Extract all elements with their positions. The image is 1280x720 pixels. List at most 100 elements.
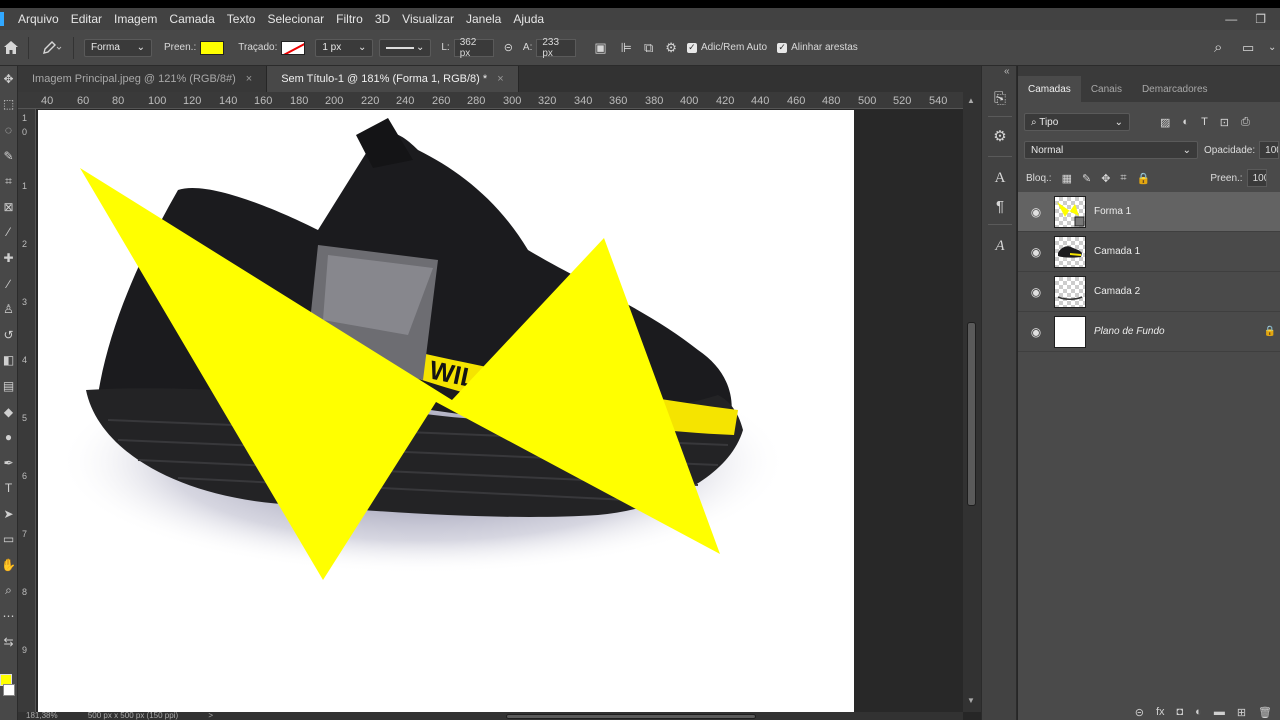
gear-icon[interactable]: ⚙ [665, 40, 677, 56]
layer-row-forma-1[interactable]: ◉ Forma 1 [1018, 192, 1280, 232]
trash-icon[interactable]: 🗑 [1258, 706, 1272, 719]
document-canvas[interactable]: WILLS [38, 110, 854, 712]
stroke-width-select[interactable]: 1 px ⌄ [315, 38, 374, 57]
minimize-button[interactable]: — [1225, 12, 1237, 26]
layer-filter-select[interactable]: ⌕ Tipo ⌄ [1024, 113, 1130, 131]
eyedropper-tool-icon[interactable]: ⁄ [0, 220, 18, 246]
stroke-color-swatch[interactable] [281, 40, 306, 55]
type-filter-icon[interactable]: T [1201, 116, 1208, 128]
menu-selecionar[interactable]: Selecionar [261, 12, 330, 26]
eye-icon[interactable]: ◉ [1018, 325, 1054, 339]
height-input[interactable]: 233 px [536, 37, 577, 59]
pen-icon[interactable] [37, 40, 67, 55]
character-panel-icon[interactable]: A [990, 168, 1010, 188]
clone-stamp-tool-icon[interactable]: ♙ [0, 296, 18, 322]
scroll-thumb[interactable] [506, 714, 756, 719]
fill-input[interactable]: 100 [1246, 169, 1267, 187]
zoom-level[interactable]: 181,38% [26, 712, 58, 720]
tab-demarcadores[interactable]: Demarcadores [1132, 76, 1218, 102]
zoom-tool-icon[interactable]: ⌕ [0, 578, 18, 604]
close-icon[interactable]: × [246, 73, 252, 85]
layer-row-camada-1[interactable]: ◉ Camada 1 [1018, 232, 1280, 272]
pixel-filter-icon[interactable]: ▨ [1160, 116, 1170, 129]
menu-camada[interactable]: Camada [163, 12, 220, 26]
adjustment-filter-icon[interactable]: ◐ [1182, 116, 1189, 128]
eye-icon[interactable]: ◉ [1018, 285, 1054, 299]
more-tools-icon[interactable]: ⋯ [0, 603, 18, 629]
healing-brush-tool-icon[interactable]: ✚ [0, 245, 18, 271]
lock-icon[interactable]: 🔒 [1264, 326, 1276, 337]
adjustment-layer-icon[interactable]: ◐ [1195, 706, 1202, 718]
collapse-panels-icon[interactable]: « [1004, 66, 1010, 77]
quick-selection-tool-icon[interactable]: ✎ [0, 143, 18, 169]
scroll-thumb[interactable] [967, 322, 976, 506]
path-selection-tool-icon[interactable]: ➤ [0, 501, 18, 527]
smart-object-filter-icon[interactable]: ⎙ [1241, 116, 1250, 129]
tab-canais[interactable]: Canais [1081, 76, 1132, 102]
eye-icon[interactable]: ◉ [1018, 245, 1054, 259]
restore-button[interactable]: ❐ [1255, 12, 1266, 26]
path-operations-icon[interactable]: ▣ [594, 40, 606, 56]
width-input[interactable]: 362 px [453, 37, 494, 59]
pen-tool-icon[interactable]: ✒ [0, 450, 18, 476]
eye-icon[interactable]: ◉ [1018, 205, 1054, 219]
menu-janela[interactable]: Janela [460, 12, 507, 26]
hand-tool-icon[interactable]: ✋ [0, 552, 18, 578]
crop-tool-icon[interactable]: ⌗ [0, 168, 18, 194]
horizontal-scrollbar[interactable] [480, 712, 963, 720]
search-icon[interactable]: ⌕ [1214, 39, 1222, 56]
marquee-tool-icon[interactable]: ⬚ [0, 92, 18, 118]
brush-tool-icon[interactable]: ∕ [0, 271, 18, 297]
menu-texto[interactable]: Texto [221, 12, 262, 26]
type-tool-icon[interactable]: T [0, 476, 18, 502]
eraser-tool-icon[interactable]: ◧ [0, 348, 18, 374]
lock-all-icon[interactable]: 🔒 [1137, 172, 1151, 185]
home-icon[interactable] [2, 41, 20, 54]
dodge-tool-icon[interactable]: ● [0, 424, 18, 450]
canvas-workspace[interactable]: WILLS [36, 109, 963, 712]
gradient-tool-icon[interactable]: ▤ [0, 373, 18, 399]
workspace-icon[interactable]: ▭ [1242, 40, 1254, 56]
menu-imagem[interactable]: Imagem [108, 12, 163, 26]
link-layers-icon[interactable]: ⊝ [1135, 706, 1144, 719]
frame-tool-icon[interactable]: ⊠ [0, 194, 18, 220]
status-arrow-icon[interactable]: > [208, 712, 213, 720]
chevron-down-icon[interactable]: ⌄ [1268, 42, 1276, 53]
swap-colors-icon[interactable]: ⇆ [0, 629, 18, 655]
menu-3d[interactable]: 3D [369, 12, 396, 26]
new-group-icon[interactable]: ▬ [1214, 706, 1225, 718]
history-brush-tool-icon[interactable]: ↺ [0, 322, 18, 348]
path-arrangement-icon[interactable]: ⧉ [644, 40, 653, 56]
background-color-swatch[interactable] [3, 684, 15, 696]
blend-mode-select[interactable]: Normal ⌄ [1024, 141, 1198, 159]
tab-camadas[interactable]: Camadas [1018, 76, 1081, 102]
vertical-ruler[interactable]: 1 0 1 2 3 4 5 6 7 8 9 [18, 109, 36, 712]
tab-imagem-principal[interactable]: Imagem Principal.jpeg @ 121% (RGB/8#) × [18, 66, 268, 92]
path-alignment-icon[interactable]: ⊫ [621, 40, 632, 56]
fx-icon[interactable]: fx [1156, 706, 1165, 718]
layer-row-plano-de-fundo[interactable]: ◉ Plano de Fundo 🔒 [1018, 312, 1280, 352]
scroll-down-icon[interactable]: ▼ [967, 696, 975, 705]
lock-artboard-icon[interactable]: ⌗ [1120, 172, 1126, 185]
auto-add-remove-checkbox[interactable]: ✓ [686, 42, 697, 53]
menu-ajuda[interactable]: Ajuda [507, 12, 550, 26]
menu-visualizar[interactable]: Visualizar [396, 12, 460, 26]
menu-editar[interactable]: Editar [65, 12, 108, 26]
lasso-tool-icon[interactable]: ◌ [0, 117, 18, 143]
layer-row-camada-2[interactable]: ◉ Camada 2 [1018, 272, 1280, 312]
glyphs-panel-icon[interactable]: A [990, 236, 1010, 256]
opacity-input[interactable]: 100 [1259, 141, 1280, 159]
paragraph-panel-icon[interactable]: ¶ [990, 196, 1010, 216]
fill-color-swatch[interactable] [200, 40, 225, 55]
lock-image-icon[interactable]: ✎ [1082, 172, 1091, 185]
link-icon[interactable]: ⊝ [504, 41, 513, 54]
tool-mode-select[interactable]: Forma ⌄ [84, 38, 152, 57]
add-mask-icon[interactable]: ◘ [1177, 706, 1184, 718]
stroke-type-select[interactable]: ⌄ [379, 38, 432, 57]
blur-tool-icon[interactable]: ◆ [0, 399, 18, 425]
vertical-scrollbar[interactable]: ▲ ▼ [963, 92, 981, 712]
lock-position-icon[interactable]: ✥ [1101, 172, 1110, 185]
photoshop-logo-icon[interactable] [0, 12, 4, 26]
align-edges-checkbox[interactable]: ✓ [777, 42, 788, 53]
lock-transparent-icon[interactable]: ▦ [1062, 172, 1072, 185]
